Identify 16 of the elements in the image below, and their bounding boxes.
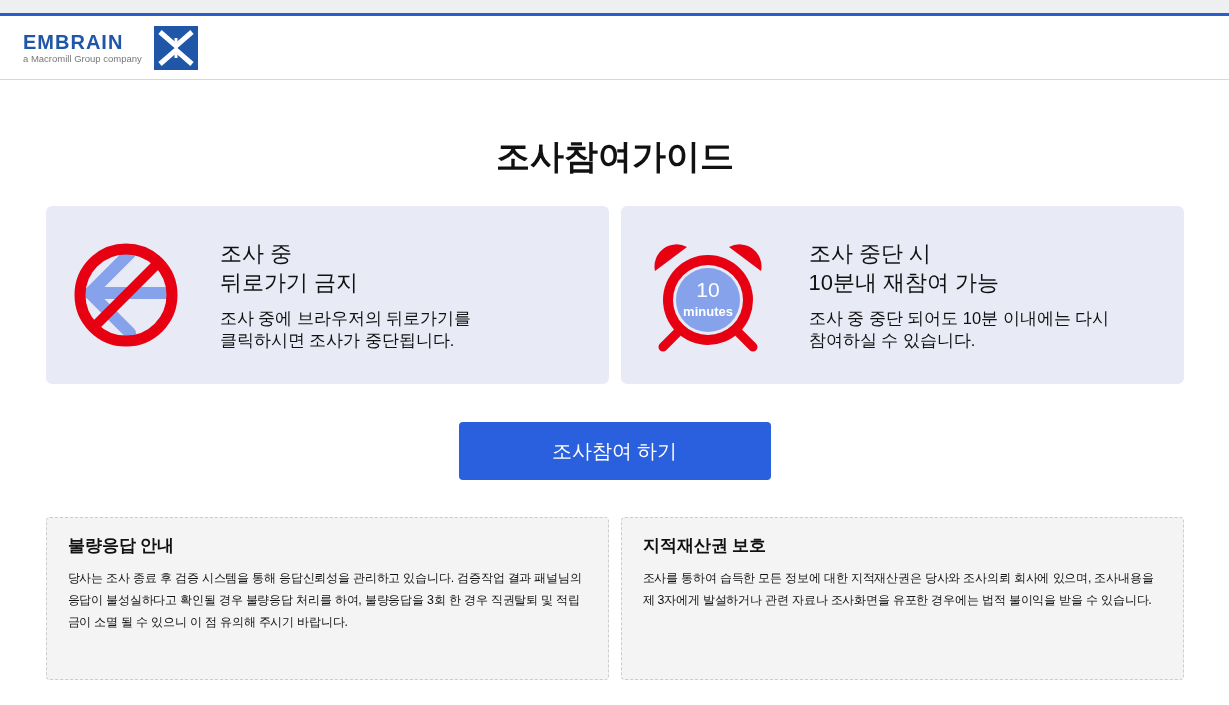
logo-tagline: a Macromill Group company <box>23 53 142 64</box>
start-survey-button[interactable]: 조사참여 하기 <box>458 422 771 480</box>
notice-title: 불량응답 안내 <box>67 535 176 557</box>
notice-text: 조사를 통하여 습득한 모든 정보에 대한 지적재산권은 당사와 조사의뢰 회사에 있으며, 조사내용을 제 3자에게 발설하거나 관련 자료나 조사화면을 유포한 경우에는 법적 불이익을 받을 수 있습니다. <box>642 570 1155 609</box>
card-description: 조사 중에 브라우저의 뒤로가기를 클릭하시면 조사가 중단됩니다. <box>219 308 472 351</box>
card-description: 조사 중 중단 되어도 10분 이내에는 다시 참여하실 수 있습니다. <box>808 308 1110 351</box>
card-heading: 조사 중 뒤로가기 금지 <box>219 240 359 297</box>
clock-number: 10 <box>695 278 720 301</box>
clock-unit: minutes <box>682 304 733 319</box>
logo-name: EMBRAIN <box>23 31 125 53</box>
logo-mark-icon <box>153 25 198 70</box>
alarm-clock-icon <box>654 244 761 352</box>
card-heading: 조사 중단 시 10분내 재참여 가능 <box>808 240 1001 297</box>
page-title: 조사참여가이드 <box>495 136 734 177</box>
notice-text: 당사는 조사 종료 후 검증 시스템을 통해 응답신뢰성을 관리하고 있습니다. 검증작업 결과 패널님의 응답이 불성실하다고 확인될 경우 불량응답 처리를 하여, 불량응답을 3회 한 경우 직권탈퇴 및 적립금이 소멸 될 수 있으니 이 점 유의해 주시기 바랍니다. <box>67 570 583 631</box>
notice-title: 지적재산권 보호 <box>642 535 768 557</box>
